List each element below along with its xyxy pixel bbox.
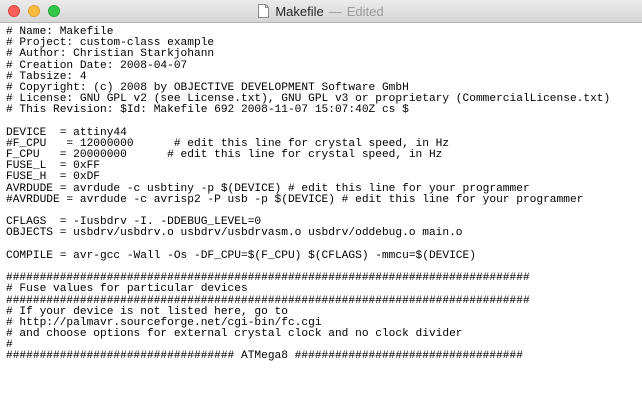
editor-line[interactable]: COMPILE = avr-gcc -Wall -Os -DF_CPU=$(F_… [6,250,642,262]
editor-line[interactable]: FUSE_H = 0xDF [6,172,642,183]
editor-line[interactable]: # Fuse values for particular devices [6,284,642,295]
edited-status[interactable]: Edited [347,4,384,19]
editor-line[interactable]: OBJECTS = usbdrv/usbdrv.o usbdrv/usbdrva… [6,228,642,239]
document-name: Makefile [275,3,324,19]
editor-line[interactable] [6,117,642,128]
window-title: Makefile — Edited [0,0,642,22]
text-editor-window: Makefile — Edited # Name: Makefile # Proj… [0,0,642,415]
editor-line[interactable]: ########################################… [6,295,642,307]
document-icon[interactable] [258,4,270,18]
editor-line[interactable]: #AVRDUDE = avrdude -c avrisp2 -P usb -p … [6,194,642,206]
editor-line[interactable]: # This Revision: $Id: Makefile 692 2008-… [6,105,642,116]
editor-line[interactable]: F_CPU = 20000000 # edit this line for cr… [6,149,642,161]
editor-line[interactable]: # Creation Date: 2008-04-07 [6,60,642,72]
title-separator: — [328,3,342,19]
editor-line[interactable]: # and choose options for external crysta… [6,328,642,340]
editor-line[interactable]: # Author: Christian Starkjohann [6,49,642,60]
editor-line[interactable]: ################################## ATMeg… [6,351,642,362]
title-bar[interactable]: Makefile — Edited [0,0,642,23]
editor-line[interactable]: FUSE_L = 0xFF [6,161,642,172]
text-editor-area[interactable]: # Name: Makefile # Project: custom-class … [0,23,642,415]
